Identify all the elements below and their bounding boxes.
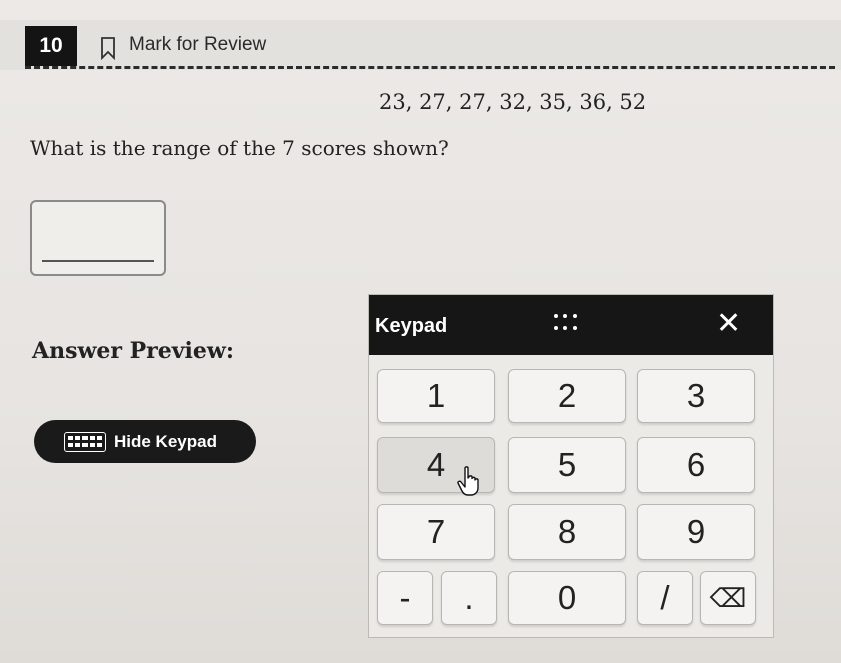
key-slash[interactable]: /	[637, 571, 693, 625]
answer-input[interactable]	[30, 200, 166, 276]
close-icon[interactable]: ✕	[716, 309, 741, 339]
hide-keypad-button[interactable]: Hide Keypad	[34, 420, 256, 463]
key-1[interactable]: 1	[377, 369, 495, 423]
backspace-icon[interactable]: ⌫	[700, 571, 756, 625]
key-8[interactable]: 8	[508, 504, 626, 560]
key-decimal[interactable]: .	[441, 571, 497, 625]
key-7[interactable]: 7	[377, 504, 495, 560]
key-0[interactable]: 0	[508, 571, 626, 625]
hand-cursor-icon	[457, 466, 479, 496]
key-minus[interactable]: -	[377, 571, 433, 625]
question-header-bar	[0, 20, 841, 70]
keypad-header[interactable]: Keypad ✕	[369, 295, 773, 355]
key-2[interactable]: 2	[508, 369, 626, 423]
answer-preview-label: Answer Preview:	[32, 338, 234, 364]
question-number: 10	[25, 26, 77, 66]
keyboard-icon	[64, 431, 106, 452]
key-6[interactable]: 6	[637, 437, 755, 493]
scores-list: 23, 27, 27, 32, 35, 36, 52	[379, 90, 647, 114]
drag-handle-icon[interactable]	[554, 314, 578, 334]
key-9[interactable]: 9	[637, 504, 755, 560]
key-5[interactable]: 5	[508, 437, 626, 493]
key-3[interactable]: 3	[637, 369, 755, 423]
mark-for-review-button[interactable]: Mark for Review	[129, 34, 266, 56]
header-divider	[25, 66, 835, 69]
hide-keypad-label: Hide Keypad	[114, 431, 217, 451]
answer-underline	[42, 260, 154, 262]
question-prompt: What is the range of the 7 scores shown?	[30, 136, 449, 160]
keypad-title: Keypad	[375, 315, 448, 337]
bookmark-icon[interactable]	[100, 36, 116, 60]
